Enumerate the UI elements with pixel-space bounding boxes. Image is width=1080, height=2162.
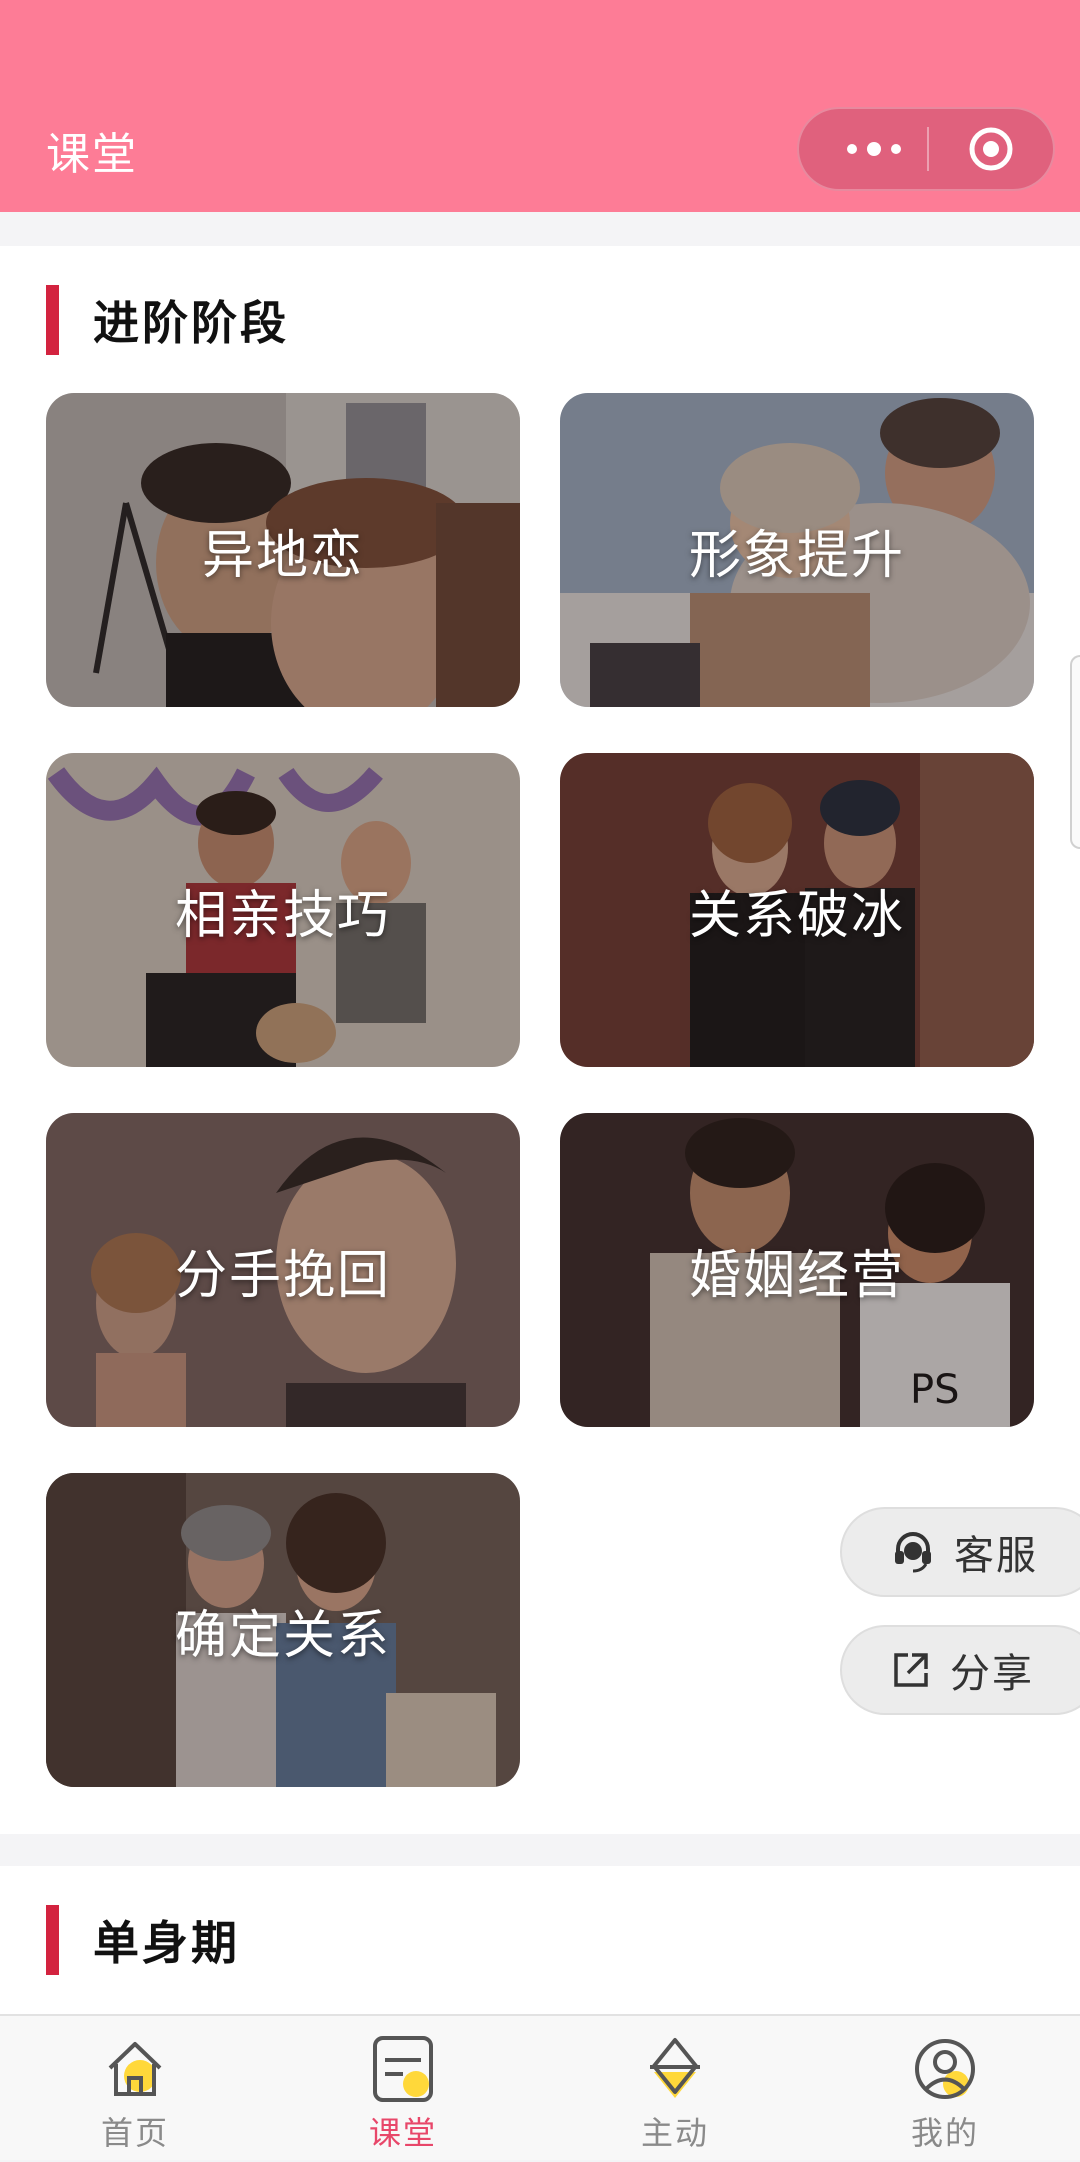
tab-mine[interactable]: 我的	[845, 2016, 1045, 2162]
home-icon	[108, 2042, 162, 2096]
course-card-label: 婚姻经营	[688, 1245, 905, 1306]
section-header: 进阶阶段	[46, 284, 289, 356]
course-card-label: 形象提升	[688, 525, 905, 586]
tab-label: 课堂	[368, 2114, 437, 2152]
course-card-label: 关系破冰	[688, 885, 905, 946]
diamond-icon	[650, 2038, 700, 2098]
tab-label: 主动	[640, 2114, 709, 2152]
section-accent-bar	[46, 1905, 59, 1975]
section-accent-bar	[46, 285, 59, 355]
customer-service-button[interactable]: 客服	[840, 1507, 1080, 1597]
more-dots-icon[interactable]	[829, 109, 919, 189]
side-drawer-handle[interactable]	[1070, 655, 1080, 849]
page-title: 课堂	[46, 129, 138, 180]
section-header: 单身期	[46, 1904, 240, 1976]
customer-service-label: 客服	[954, 1533, 1038, 1579]
headset-icon	[895, 1532, 931, 1573]
section-single: 单身期	[0, 1866, 1080, 2016]
course-card-blind-date[interactable]: 相亲技巧	[46, 753, 520, 1067]
course-card-long-distance[interactable]: 异地恋	[46, 393, 520, 707]
section-title: 单身期	[93, 1916, 240, 1970]
share-label: 分享	[950, 1651, 1034, 1697]
tab-classroom[interactable]: 课堂	[303, 2016, 503, 2162]
course-card-label: 异地恋	[201, 525, 364, 586]
mini-program-capsule	[797, 107, 1055, 191]
course-card-label: 分手挽回	[174, 1245, 391, 1306]
target-close-icon[interactable]	[967, 125, 1015, 173]
tab-label: 我的	[910, 2114, 979, 2152]
section-title: 进阶阶段	[93, 296, 289, 350]
share-button[interactable]: 分享	[840, 1625, 1080, 1715]
course-card-image-improve[interactable]: 形象提升	[560, 393, 1034, 707]
share-icon	[894, 1653, 928, 1687]
top-nav-bar: 课堂	[0, 0, 1080, 212]
course-card-label: 确定关系	[174, 1605, 391, 1666]
tab-active[interactable]: 主动	[575, 2016, 775, 2162]
capsule-divider	[927, 127, 929, 171]
course-card-confirm-relationship[interactable]: 确定关系	[46, 1473, 520, 1787]
course-card-ice-breaking[interactable]: 关系破冰	[560, 753, 1034, 1067]
tab-home[interactable]: 首页	[35, 2016, 235, 2162]
tab-label: 首页	[100, 2114, 169, 2152]
course-card-breakup-recovery[interactable]: 分手挽回	[46, 1113, 520, 1427]
bottom-tab-bar: 首页 课堂 主动 我的	[0, 2014, 1080, 2160]
course-card-marriage[interactable]: PS 婚姻经营	[560, 1113, 1034, 1427]
user-icon	[915, 2039, 975, 2099]
course-card-label: 相亲技巧	[174, 885, 391, 946]
classroom-icon	[373, 2036, 433, 2102]
